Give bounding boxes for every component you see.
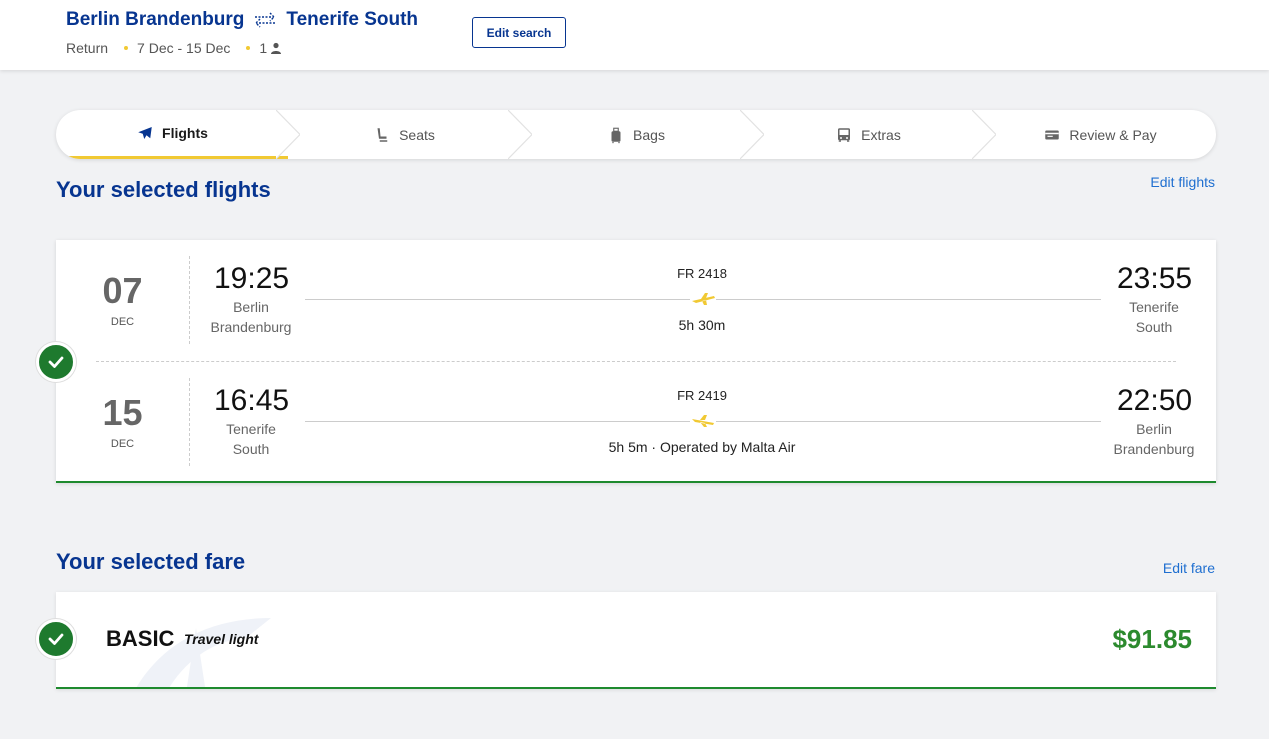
flight-duration: 5h 30m [678, 317, 726, 333]
outbound-leg: 07 DEC 19:25 Berlin Brandenburg FR 2418 … [56, 240, 1216, 350]
step-extras[interactable]: Extras [752, 110, 997, 159]
search-summary-header: Berlin Brandenburg Tenerife South Return… [0, 0, 1269, 70]
edit-fare-link[interactable]: Edit fare [1163, 560, 1215, 576]
step-flights[interactable]: Flights [56, 110, 301, 159]
fare-name: BASIC [106, 626, 175, 651]
arrival-time: 22:50 [1117, 384, 1193, 417]
city-line: Brandenburg [210, 319, 292, 335]
step-chevron [275, 110, 301, 159]
step-review-pay[interactable]: Review & Pay [984, 110, 1216, 159]
fare-card: BASIC Travel light $91.85 [56, 592, 1216, 689]
leg-date: 07 DEC [56, 270, 189, 328]
bus-icon [835, 126, 853, 144]
return-arrows-icon [252, 11, 278, 29]
city-line: Tenerife [226, 421, 276, 437]
person-icon [267, 40, 282, 56]
step-label: Seats [399, 126, 435, 143]
leg-date: 15 DEC [56, 392, 189, 450]
plane-return-icon [690, 415, 716, 427]
city-line: Berlin [1136, 421, 1172, 437]
trip-type: Return [66, 40, 109, 56]
bag-icon [607, 126, 625, 144]
return-leg: 15 DEC 16:45 Tenerife South FR 2419 5h 5… [56, 362, 1216, 472]
arrival-time: 23:55 [1117, 262, 1193, 295]
separator-dot [246, 46, 251, 50]
city-line: Berlin [233, 299, 269, 315]
leg-day: 15 [102, 392, 143, 433]
step-label: Extras [861, 126, 901, 143]
plane-outbound-icon [690, 293, 716, 305]
flight-card: 07 DEC 19:25 Berlin Brandenburg FR 2418 … [56, 240, 1216, 483]
flights-selected-check-icon [36, 342, 76, 382]
arrival-city: Tenerife South [1107, 297, 1201, 337]
plane-icon [136, 124, 154, 142]
card-icon [1043, 126, 1061, 144]
trip-meta: Return 7 Dec - 15 Dec 1 [66, 40, 282, 56]
departure-city: Tenerife South [204, 419, 298, 459]
destination-name: Tenerife South [286, 9, 419, 30]
city-line: South [232, 441, 270, 457]
step-label: Review & Pay [1069, 126, 1157, 143]
departure-city: Berlin Brandenburg [204, 297, 298, 337]
separator-dot [124, 46, 129, 50]
divider [189, 256, 190, 344]
passenger-count: 1 [259, 40, 268, 56]
route-title: Berlin Brandenburg Tenerife South [66, 9, 418, 31]
arrival-city: Berlin Brandenburg [1107, 419, 1201, 459]
step-label: Bags [633, 126, 665, 143]
flight-number: FR 2418 [677, 266, 727, 281]
step-bags[interactable]: Bags [520, 110, 765, 159]
step-seats[interactable]: Seats [288, 110, 533, 159]
step-chevron [971, 110, 997, 159]
step-chevron [507, 110, 533, 159]
city-line: Brandenburg [1113, 441, 1195, 457]
seat-icon [373, 126, 391, 144]
city-line: Tenerife [1129, 299, 1179, 315]
flight-number: FR 2419 [677, 388, 727, 403]
divider [189, 378, 190, 466]
fare-price: $91.85 [1112, 624, 1192, 654]
flight-duration: 5h 5m · Operated by Malta Air [608, 439, 796, 455]
fare-tagline: Travel light [184, 631, 259, 647]
trip-dates: 7 Dec - 15 Dec [137, 40, 231, 56]
edit-flights-link[interactable]: Edit flights [1150, 174, 1215, 190]
step-chevron [739, 110, 765, 159]
origin-name: Berlin Brandenburg [66, 9, 245, 30]
fare-selected-check-icon [36, 619, 76, 659]
leg-month: DEC [110, 438, 135, 450]
selected-flights-title: Your selected flights [56, 177, 271, 202]
booking-steps-nav: Flights Seats Bags Extras Review & Pay [56, 110, 1216, 159]
edit-search-button[interactable]: Edit search [472, 17, 566, 48]
leg-month: DEC [110, 316, 135, 328]
selected-fare-title: Your selected fare [56, 549, 246, 574]
city-line: South [1135, 319, 1173, 335]
departure-time: 16:45 [214, 384, 290, 417]
leg-day: 07 [102, 270, 143, 311]
departure-time: 19:25 [214, 262, 290, 295]
step-label: Flights [162, 125, 208, 141]
